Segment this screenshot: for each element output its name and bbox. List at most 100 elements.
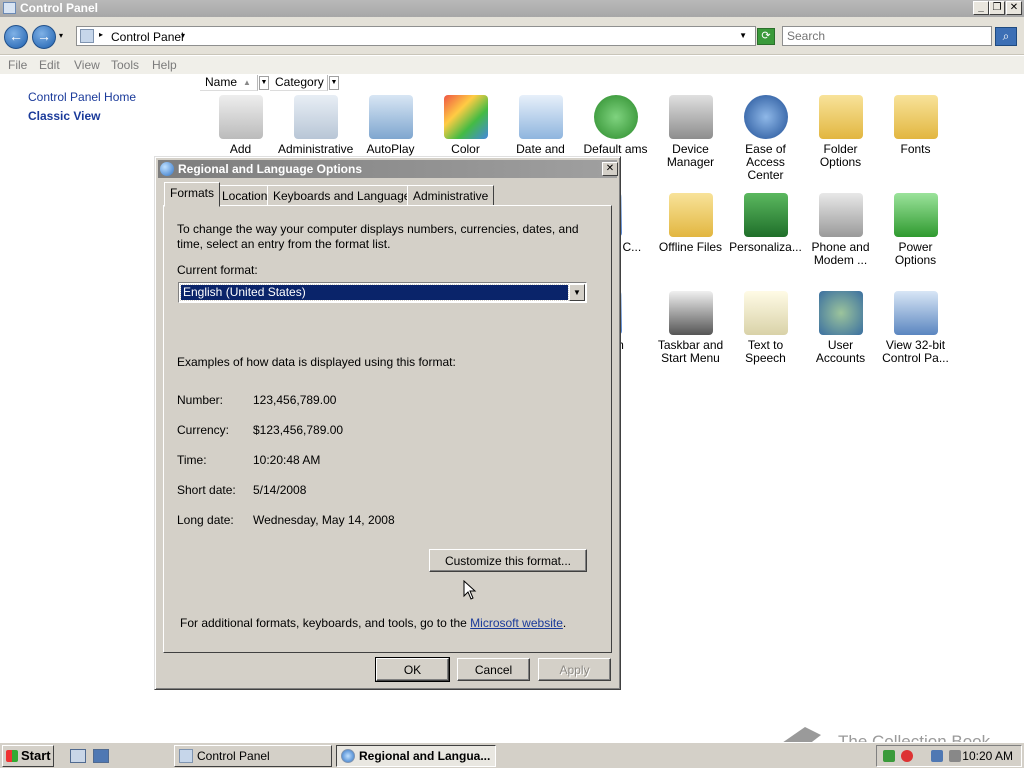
view-32bit-item[interactable]: View 32-bit Control Pa... <box>878 291 953 365</box>
column-category[interactable]: Category <box>270 75 328 91</box>
menu-help[interactable]: Help <box>152 58 177 72</box>
battery-icon <box>893 193 938 237</box>
menu-view[interactable]: View <box>74 58 100 72</box>
sort-ascending-icon: ▲ <box>243 78 251 87</box>
forward-button[interactable]: → <box>32 25 56 49</box>
classic-view-link[interactable]: Classic View <box>28 109 101 123</box>
phone-and-modem-item[interactable]: Phone and Modem ... <box>803 193 878 267</box>
column-name-dropdown-icon[interactable]: ▼ <box>259 76 269 90</box>
menu-file[interactable]: File <box>8 58 27 72</box>
power-options-item[interactable]: Power Options <box>878 193 953 267</box>
network-icon[interactable] <box>931 750 943 762</box>
address-box[interactable]: ▸ Control Panel ▾ ▼ <box>76 26 756 46</box>
footer-text: For additional formats, keyboards, and t… <box>180 616 567 630</box>
speech-bubble-icon <box>743 291 788 335</box>
users-icon <box>818 291 863 335</box>
phone-icon <box>818 193 863 237</box>
current-format-label: Current format: <box>177 263 258 277</box>
recent-pages-chevron-icon[interactable]: ▾ <box>59 31 63 40</box>
menu-edit[interactable]: Edit <box>39 58 60 72</box>
default-programs-item[interactable]: Default ams <box>578 95 653 156</box>
formats-panel: To change the way your computer displays… <box>163 205 612 653</box>
add-hardware-icon <box>218 95 263 139</box>
globe-icon <box>341 749 355 763</box>
offline-files-item[interactable]: Offline Files <box>653 193 728 254</box>
taskbar: Start Control Panel Regional and Langua.… <box>0 742 1024 768</box>
default-programs-icon <box>593 95 638 139</box>
administrative-tools-icon <box>293 95 338 139</box>
control-panel-32bit-icon <box>893 291 938 335</box>
chevron-down-icon[interactable]: ▼ <box>569 284 585 301</box>
color-item[interactable]: Color <box>428 95 503 156</box>
breadcrumb-arrow-icon[interactable]: ▾ <box>181 31 185 40</box>
taskbar-control-panel[interactable]: Control Panel <box>174 745 332 767</box>
column-category-dropdown-icon[interactable]: ▼ <box>329 76 339 90</box>
windows-flag-icon <box>6 750 18 762</box>
administrative-tools-item[interactable]: Administrative <box>278 95 353 156</box>
window-titlebar[interactable]: Control Panel _ ❐ ✕ <box>0 0 1024 17</box>
example-label: Currency: <box>177 423 230 437</box>
current-format-select[interactable]: English (United States) ▼ <box>178 282 587 303</box>
minimize-button[interactable]: _ <box>973 1 989 15</box>
example-value: 5/14/2008 <box>253 483 307 497</box>
start-button[interactable]: Start <box>2 745 54 767</box>
example-value: 123,456,789.00 <box>253 393 337 407</box>
address-toolbar: ← → ▾ ▸ Control Panel ▾ ▼ ⟳ ⌕ <box>0 17 1024 55</box>
device-manager-item[interactable]: Device Manager <box>653 95 728 169</box>
breadcrumb[interactable]: Control Panel <box>111 30 184 44</box>
show-desktop-icon[interactable] <box>70 749 86 763</box>
restore-button[interactable]: ❐ <box>989 1 1005 15</box>
tab-administrative[interactable]: Administrative <box>407 185 495 206</box>
address-dropdown-icon[interactable]: ▼ <box>739 31 747 40</box>
control-panel-home-link[interactable]: Control Panel Home <box>28 90 136 104</box>
cancel-button[interactable]: Cancel <box>457 658 530 681</box>
folder-icon <box>818 95 863 139</box>
ease-of-access-icon <box>743 95 788 139</box>
user-accounts-item[interactable]: User Accounts <box>803 291 878 365</box>
folder-options-item[interactable]: Folder Options <box>803 95 878 169</box>
text-to-speech-item[interactable]: Text to Speech <box>728 291 803 365</box>
switch-windows-icon[interactable] <box>93 749 109 763</box>
apply-button[interactable]: Apply <box>538 658 611 681</box>
example-value: 10:20:48 AM <box>253 453 321 467</box>
example-value: $123,456,789.00 <box>253 423 344 437</box>
microsoft-website-link[interactable]: Microsoft website <box>470 616 563 630</box>
close-button[interactable]: ✕ <box>1006 1 1022 15</box>
control-panel-icon <box>3 2 16 14</box>
volume-muted-icon[interactable] <box>949 750 961 762</box>
back-button[interactable]: ← <box>4 25 28 49</box>
examples-heading: Examples of how data is displayed using … <box>177 355 456 369</box>
tab-formats[interactable]: Formats <box>164 182 221 207</box>
personalization-item[interactable]: Personaliza... <box>728 193 803 254</box>
breadcrumb-arrow-icon[interactable]: ▸ <box>99 30 103 39</box>
globe-icon <box>160 162 174 176</box>
dialog-close-icon[interactable]: ✕ <box>602 162 618 176</box>
refresh-icon[interactable]: ⟳ <box>757 28 775 45</box>
fonts-item[interactable]: Fonts <box>878 95 953 156</box>
window-title: Control Panel <box>20 1 99 15</box>
taskbar-start-menu-item[interactable]: Taskbar and Start Menu <box>653 291 728 365</box>
search-icon[interactable]: ⌕ <box>995 27 1017 46</box>
search-input[interactable] <box>782 26 992 46</box>
autoplay-item[interactable]: AutoPlay <box>353 95 428 156</box>
taskbar-icon <box>668 291 713 335</box>
system-tray: 10:20 AM <box>876 745 1022 767</box>
dialog-title: Regional and Language Options <box>178 162 363 176</box>
tab-location[interactable]: Location <box>216 185 274 206</box>
menu-tools[interactable]: Tools <box>111 58 139 72</box>
offline-files-icon <box>668 193 713 237</box>
example-value: Wednesday, May 14, 2008 <box>253 513 395 527</box>
taskbar-regional-language[interactable]: Regional and Langua... <box>336 745 496 767</box>
ease-of-access-item[interactable]: Ease of Access Center <box>728 95 803 182</box>
alert-icon[interactable] <box>901 750 913 762</box>
clock[interactable]: 10:20 AM <box>962 749 1013 763</box>
column-name[interactable]: Name ▲ <box>200 75 258 91</box>
control-panel-icon <box>179 749 193 763</box>
security-shield-icon[interactable] <box>883 750 895 762</box>
ok-button[interactable]: OK <box>375 657 450 682</box>
tab-keyboards-languages[interactable]: Keyboards and Languages <box>267 185 423 206</box>
fonts-folder-icon <box>893 95 938 139</box>
customize-format-button[interactable]: Customize this format... <box>429 549 587 572</box>
device-manager-icon <box>668 95 713 139</box>
dialog-titlebar[interactable]: Regional and Language Options ✕ <box>158 160 618 178</box>
